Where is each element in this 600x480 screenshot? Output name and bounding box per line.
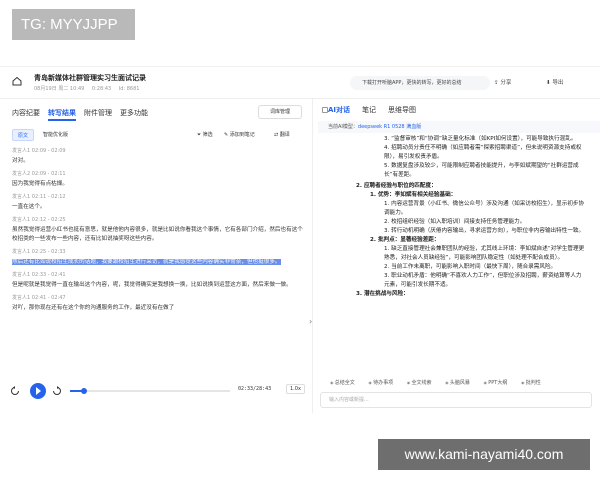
model-label: 当前AI模型： xyxy=(328,124,358,130)
record-duration: 0:28:43 xyxy=(91,86,112,92)
answer-line: 1. 内容运营背景（小红书、微信公众号）涉及沟通（如采访校招生），显示初步协调能… xyxy=(384,201,585,216)
progress-track[interactable] xyxy=(70,388,230,394)
answer-line: 4. 招聘动员分责任不明确（如应聘者需“探索招聘渠道”，但未说明资源支持或权限）… xyxy=(384,145,582,160)
segment-speaker: 发言人1 02:12 - 02:25 xyxy=(12,217,66,223)
transcript-toolbar: 原文 智能优化版 ⏷ 筛选 ✎ 添加到笔记 ⇄ 翻译 xyxy=(12,129,304,143)
answer-line: 2. 当前工作未离职，可能影响入职时间（最快下周），随合录需风险。 xyxy=(384,264,557,270)
answer-line: 3. 职业动机矛盾：他明确“不喜欢人力工作”，但职位涉及招聘，薪资结算等人力元素… xyxy=(384,273,582,288)
segment-speaker: 发言人1 02:09 - 02:09 xyxy=(12,148,66,154)
transcript-segment[interactable]: 发言人1 02:33 - 02:41 但是呢就是我觉得一直在输出这个内容，呢，我… xyxy=(12,271,304,290)
record-date: 08月19日 周二 10:49 xyxy=(34,86,85,92)
right-tabs: AI对话 笔记 思维导图 xyxy=(328,103,416,117)
record-id: Id: 8681 xyxy=(118,86,140,92)
quick-ppt[interactable]: PPT大纲 xyxy=(484,377,507,389)
translate-label: 翻译 xyxy=(279,132,290,138)
model-name: deepseek R1 0528 满血版 xyxy=(357,124,422,130)
transcript-segment[interactable]: 发言人1 02:09 - 02:09 对对。 xyxy=(12,147,304,166)
segment-text: 对吖，那你现在还有在这个你的沟通服务的工作，最近没有在做了 xyxy=(12,305,175,311)
quick-clues[interactable]: 全文线索 xyxy=(407,377,432,389)
watermark-bottom: www.kami-nayami40.com xyxy=(378,439,590,470)
app-download-promo[interactable]: 下载打开听脑APP，更快的转写，更好的总结 xyxy=(350,76,490,90)
add-note-button[interactable]: ✎ 添加到笔记 xyxy=(224,129,255,141)
vocab-manage-button[interactable]: 词库管理 xyxy=(258,105,302,119)
tab-mindmap[interactable]: 思维导图 xyxy=(388,105,416,115)
speed-button[interactable]: 1.0x xyxy=(286,384,305,394)
ai-answer: 3. “监督审核”和“协调”缺乏量化标准（如KPI如何设置），可能导致执行混乱。… xyxy=(356,135,586,373)
answer-line: 5. 数据复盘涉及较少，可能限制应聘者技能提升，与李如斌期望的“社群运营成长”有… xyxy=(384,163,579,178)
tab-notes[interactable]: 笔记 xyxy=(362,105,376,115)
segment-text: 因为我觉得有点枯燥。 xyxy=(12,181,68,187)
optimized-chip[interactable]: 智能优化版 xyxy=(38,129,73,141)
answer-line: 1. 缺乏直接管理社会兼职团队的经验，尤其线上环境：李如斌自述“对学生管理更熟悉… xyxy=(384,246,585,261)
quick-brainstorm[interactable]: 头脑风暴 xyxy=(445,377,470,389)
tab-attachments[interactable]: 附件管理 xyxy=(84,107,112,121)
header: 青岛新媒体社群管理实习生面试记录 08月19日 周二 10:49 0:28:43… xyxy=(0,67,600,99)
quick-actions: 总结全文 待办事项 全文线索 头脑风暴 PPT大纲 批判性 xyxy=(318,377,600,389)
segment-text: 一直在这个。 xyxy=(12,204,46,210)
transcript-list: 发言人1 02:09 - 02:09 对对。 发言人2 02:09 - 02:1… xyxy=(12,147,304,371)
ai-panel: AI对话 笔记 思维导图 当前AI模型：deepseek R1 0528 满血版… xyxy=(318,99,600,413)
progress-handle[interactable] xyxy=(81,388,88,394)
quick-critique[interactable]: 批判性 xyxy=(521,377,541,389)
tab-more[interactable]: 更多功能 xyxy=(120,107,148,121)
watermark-top: TG: MYYJJPP xyxy=(12,9,135,40)
playback-time: 02:33/28:43 xyxy=(238,386,272,392)
filter-label: 筛选 xyxy=(202,132,213,138)
segment-text: 虽然我觉得运营小红书也挺有意思，就是他他内容很多，就是比如说你看我这个事情，它有… xyxy=(12,227,303,242)
play-button[interactable] xyxy=(30,383,46,399)
record-meta: 08月19日 周二 10:49 0:28:43 Id: 8681 xyxy=(34,85,145,92)
original-chip[interactable]: 原文 xyxy=(12,129,35,141)
segment-text: 对对。 xyxy=(12,158,29,164)
transcript-segment[interactable]: 发言人1 02:12 - 02:25 虽然我觉得运营小红书也挺有意思，就是他他内… xyxy=(12,216,304,244)
audio-player: 02:33/28:43 1.0x xyxy=(0,373,312,413)
segment-speaker: 发言人1 02:11 - 02:12 xyxy=(12,194,66,200)
add-note-label: 添加到笔记 xyxy=(229,132,255,138)
transcript-segment[interactable]: 发言人2 02:09 - 02:11 因为我觉得有点枯燥。 xyxy=(12,170,304,189)
answer-line: 2. 校招组织经验（如入职培训）间接支持任务管理能力。 xyxy=(384,219,526,225)
answer-heading: 2. 应聘者经验与职位的匹配度： xyxy=(356,183,437,189)
page-title: 青岛新媒体社群管理实习生面试记录 xyxy=(34,74,146,82)
tab-summary[interactable]: 内容纪要 xyxy=(12,107,40,121)
collapse-chevron-icon[interactable]: › xyxy=(309,317,312,326)
tab-transcript[interactable]: 转写结果 xyxy=(48,107,76,121)
tab-ai-chat[interactable]: AI对话 xyxy=(328,105,350,115)
export-button[interactable]: ⬇ 导出 xyxy=(546,76,586,90)
answer-heading: 3. 潜在挑战与风险： xyxy=(356,291,409,297)
quick-summary[interactable]: 总结全文 xyxy=(330,377,355,389)
app-window: 青岛新媒体社群管理实习生面试记录 08月19日 周二 10:49 0:28:43… xyxy=(0,66,600,413)
chat-input[interactable]: 输入内容或新提... xyxy=(320,392,592,408)
segment-speaker: 发言人1 02:33 - 02:41 xyxy=(12,272,66,278)
transcript-panel: 内容纪要 转写结果 附件管理 更多功能 词库管理 原文 智能优化版 ⏷ 筛选 ✎… xyxy=(0,99,312,413)
segment-text: 但是呢就是我觉得一直在输出这个内容，呢，我觉得确实是我想换一换，比如说换到运营这… xyxy=(12,282,292,288)
answer-line: 3. “监督审核”和“协调”缺乏量化标准（如KPI如何设置），可能导致执行混乱。 xyxy=(384,136,577,142)
transcript-segment[interactable]: 发言人1 02:11 - 02:12 一直在这个。 xyxy=(12,193,304,212)
segment-speaker: 发言人2 02:09 - 02:11 xyxy=(12,171,66,177)
transcript-segment[interactable]: 发言人1 02:41 - 02:47 对吖，那你现在还有在这个你的沟通服务的工作… xyxy=(12,294,304,313)
panel-divider[interactable] xyxy=(312,99,313,413)
transcript-segment-active[interactable]: 发言人1 02:25 - 02:33 然后还有比如说校招生成长的话题，我要跟校招… xyxy=(12,248,304,267)
answer-subheading: 1. 优势：李如斌有相关经验基础： xyxy=(370,192,457,198)
rewind-icon[interactable] xyxy=(10,386,20,396)
filter-button[interactable]: ⏷ 筛选 xyxy=(197,129,213,141)
segment-text-highlighted: 然后还有比如说校招生成长的话题，我要跟校招生进行采访，就是我感觉这些内容确实非常… xyxy=(12,259,281,265)
export-label: 导出 xyxy=(552,80,564,86)
answer-line: 3. 转行动机明确（厌倦内容输出，寻求运营方向），与职位非内容输出特性一致。 xyxy=(384,228,585,234)
segment-speaker: 发言人1 02:41 - 02:47 xyxy=(12,295,66,301)
left-tabs: 内容纪要 转写结果 附件管理 更多功能 xyxy=(12,107,148,121)
share-label: 分享 xyxy=(500,80,512,86)
translate-button[interactable]: ⇄ 翻译 xyxy=(274,129,290,141)
answer-subheading: 2. 批判点：显著经验差距： xyxy=(370,237,440,243)
forward-icon[interactable] xyxy=(52,386,62,396)
model-indicator[interactable]: 当前AI模型：deepseek R1 0528 满血版 xyxy=(318,121,600,133)
home-icon[interactable] xyxy=(12,76,22,86)
share-button[interactable]: ⇪ 分享 xyxy=(494,76,526,90)
segment-speaker: 发言人1 02:25 - 02:33 xyxy=(12,249,66,255)
quick-todo[interactable]: 待办事项 xyxy=(368,377,393,389)
